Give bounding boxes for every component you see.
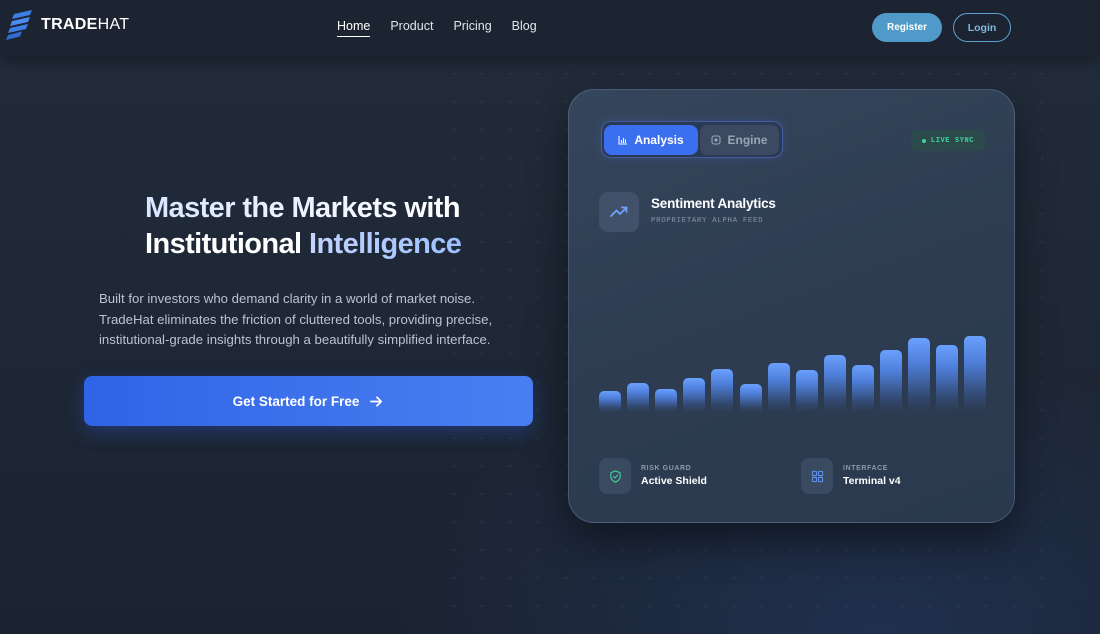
shield-check-icon	[609, 469, 621, 483]
sentiment-bar	[599, 391, 621, 412]
hero-title: Master the Markets with Institutional In…	[145, 190, 505, 262]
nav-product[interactable]: Product	[390, 19, 433, 37]
sentiment-bar	[655, 389, 677, 412]
hero-subtitle: Built for investors who demand clarity i…	[99, 291, 493, 347]
sentiment-bar	[908, 338, 930, 412]
interface-value: Terminal v4	[843, 475, 901, 487]
live-dot-icon	[921, 138, 926, 143]
get-started-label: Get Started for Free	[232, 393, 360, 409]
analytics-card: Analysis Engine LIVE SYNC Sentiment Anal…	[568, 89, 1015, 523]
logo-icon	[6, 10, 32, 40]
square-icon	[711, 135, 722, 145]
nav-blog[interactable]: Blog	[512, 19, 537, 37]
interface-label: INTERFACE	[843, 465, 889, 472]
sentiment-bar	[627, 383, 649, 412]
hero-title-accent: Intelligence	[308, 228, 462, 260]
grid-icon	[811, 470, 823, 482]
sentiment-bar	[683, 378, 705, 412]
sentiment-bar	[768, 363, 790, 412]
risk-guard-icon-tile	[599, 458, 631, 494]
sentiment-bar	[852, 365, 874, 412]
sentiment-bar	[964, 336, 986, 412]
nav-home[interactable]: Home	[337, 19, 371, 37]
card-tabs: Analysis Engine	[601, 121, 783, 158]
risk-guard-value: Active Shield	[641, 475, 707, 487]
tab-engine[interactable]: Engine	[700, 125, 779, 155]
sentiment-bar	[711, 369, 733, 412]
main-nav: Home Product Pricing Blog	[337, 19, 557, 37]
trending-up-icon	[610, 206, 628, 217]
risk-guard-label: RISK GUARD	[641, 465, 692, 472]
feed-subtitle: PROPRIETARY ALPHA FEED	[651, 217, 764, 225]
live-sync-badge: LIVE SYNC	[911, 130, 985, 151]
login-button[interactable]: Login	[953, 13, 1011, 42]
tab-analysis[interactable]: Analysis	[604, 125, 698, 155]
hero-title-line1: Master the Markets with	[145, 192, 461, 224]
sentiment-bar	[740, 384, 762, 412]
feed-title: Sentiment Analytics	[651, 196, 776, 211]
feed-icon-tile	[599, 192, 639, 232]
register-button[interactable]: Register	[872, 13, 942, 42]
hero-title-line2: Institutional	[145, 228, 309, 260]
sentiment-bar	[796, 370, 818, 412]
sentiment-bar	[824, 355, 846, 412]
sentiment-bar	[936, 345, 958, 412]
brand-logo[interactable]: TRADEHAT	[6, 9, 129, 41]
bar-chart-icon	[618, 136, 628, 145]
get-started-button[interactable]: Get Started for Free	[84, 376, 533, 426]
sentiment-bar	[880, 350, 902, 412]
arrow-right-icon	[370, 395, 383, 407]
page: TRADEHAT Home Product Pricing Blog Regis…	[0, 0, 1100, 634]
site-header: TRADEHAT Home Product Pricing Blog Regis…	[0, 0, 1100, 56]
brand-name: TRADEHAT	[41, 16, 130, 33]
nav-pricing[interactable]: Pricing	[453, 19, 491, 37]
interface-icon-tile	[801, 458, 833, 494]
